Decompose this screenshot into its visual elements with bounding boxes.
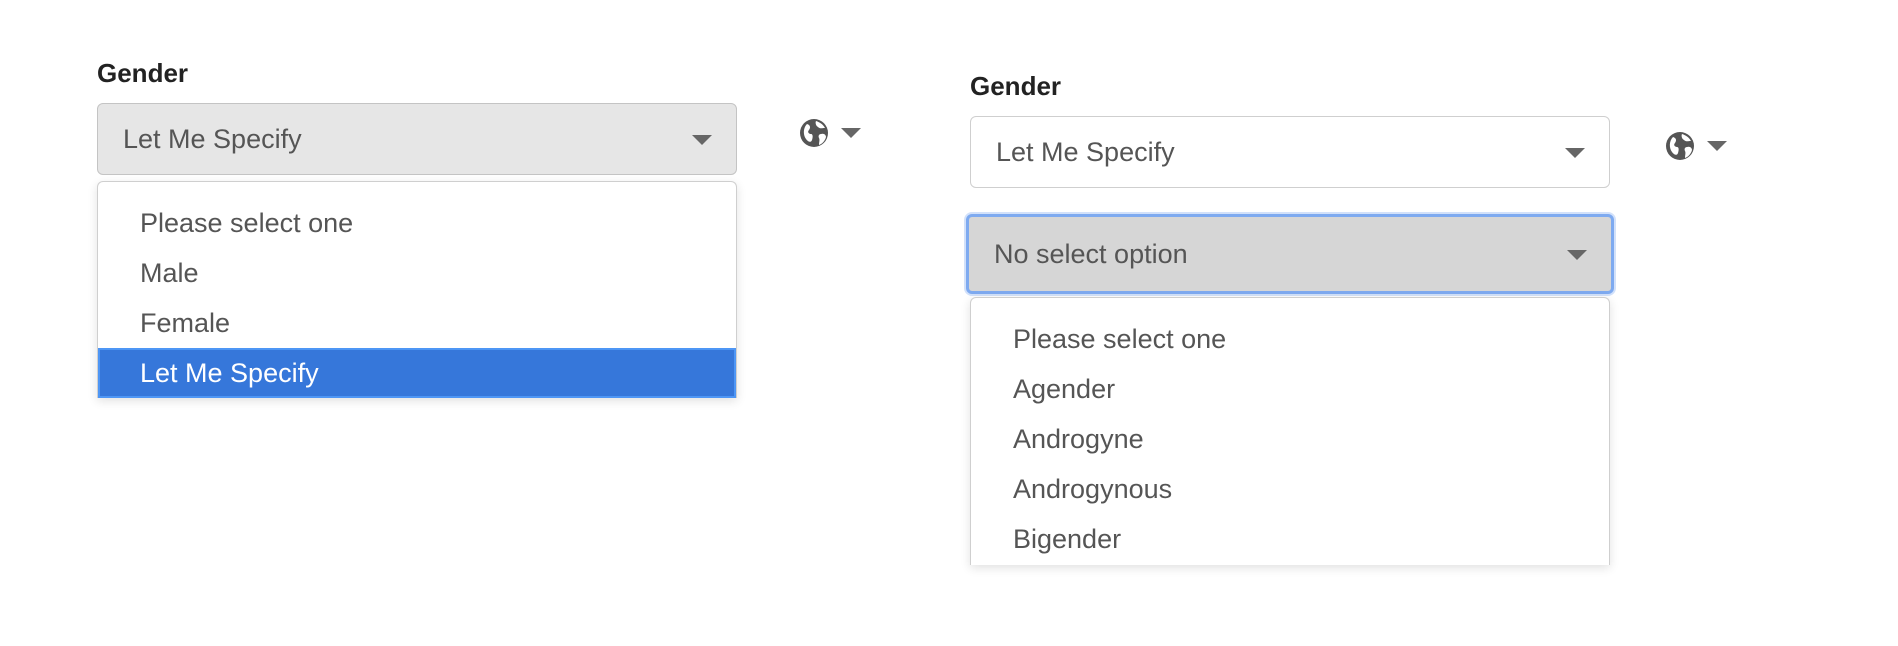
dropdown-option[interactable]: Please select one xyxy=(971,314,1609,364)
chevron-down-icon xyxy=(1565,148,1585,158)
gender-dropdown-list: Please select one Male Female Let Me Specif… xyxy=(97,181,737,398)
gender-label: Gender xyxy=(970,71,1062,101)
globe-icon xyxy=(1666,132,1694,160)
gender-select[interactable]: Let Me Specify xyxy=(97,103,737,175)
chevron-down-icon xyxy=(692,135,712,145)
language-picker[interactable] xyxy=(1665,131,1727,161)
gender-label: Gender xyxy=(97,58,189,88)
specify-gender-dropdown-list: Please select one Agender Androgyne Androgy… xyxy=(970,297,1610,565)
dropdown-option[interactable]: Bigender xyxy=(971,514,1609,564)
language-picker[interactable] xyxy=(799,118,861,148)
gender-select[interactable]: Let Me Specify xyxy=(970,116,1610,188)
dropdown-option[interactable]: Agender xyxy=(971,364,1609,414)
dropdown-option[interactable]: Androgyne xyxy=(971,414,1609,464)
gender-select-value: Let Me Specify xyxy=(123,123,302,154)
chevron-down-icon xyxy=(1567,250,1587,260)
globe-icon xyxy=(800,119,828,147)
specify-gender-select[interactable]: No select option xyxy=(966,214,1614,294)
gender-select-value: Let Me Specify xyxy=(996,136,1175,167)
dropdown-option[interactable]: Please select one xyxy=(98,198,736,248)
chevron-down-icon xyxy=(1707,141,1727,151)
dropdown-option[interactable]: Androgynous xyxy=(971,464,1609,514)
specify-gender-select-value: No select option xyxy=(994,238,1188,269)
dropdown-option[interactable]: Let Me Specify xyxy=(98,348,736,398)
dropdown-option[interactable]: Female xyxy=(98,298,736,348)
chevron-down-icon xyxy=(841,128,861,138)
dropdown-option[interactable]: Male xyxy=(98,248,736,298)
